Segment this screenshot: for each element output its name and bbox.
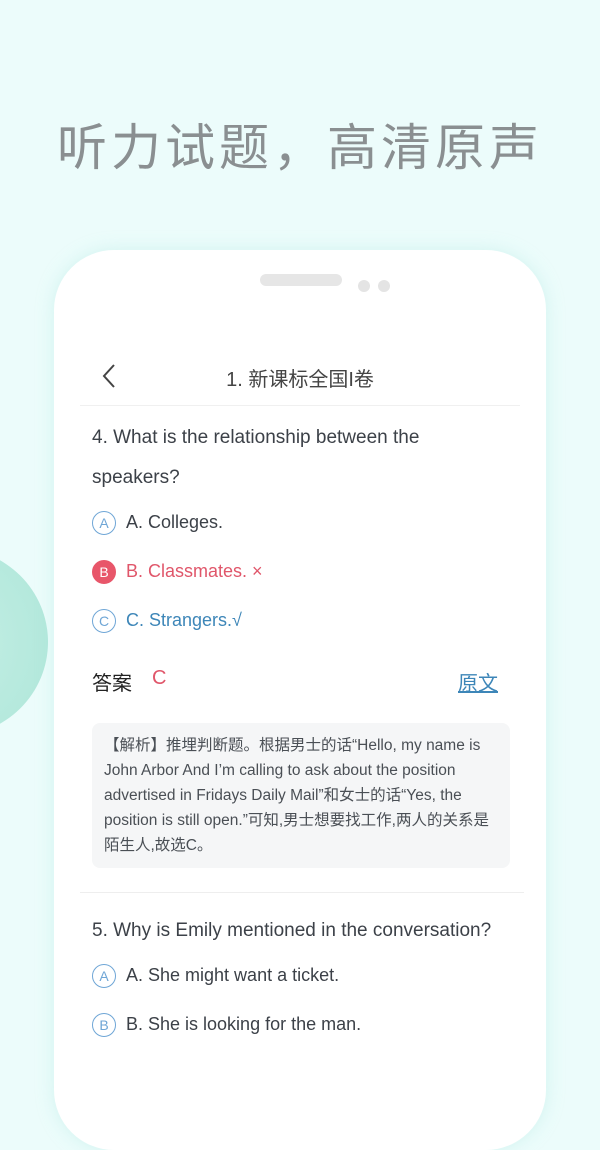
option-a[interactable]: A A. Colleges.	[92, 498, 512, 547]
option-a[interactable]: A A. She might want a ticket.	[92, 951, 512, 1000]
question-text: 4. What is the relationship between the …	[92, 427, 420, 488]
decorative-circle	[0, 548, 48, 736]
option-label: B. Classmates. ×	[126, 561, 263, 581]
option-label: A. Colleges.	[126, 512, 224, 532]
option-label: B. She is looking for the man.	[126, 1014, 362, 1034]
nav-bar: 1. 新课标全国I卷	[80, 355, 520, 406]
divider	[80, 892, 524, 893]
phone-mockup: 1. 新课标全国I卷 4. What is the relationship b…	[54, 250, 546, 1150]
option-badge: B	[92, 1012, 116, 1037]
question-list: 4. What is the relationship between the …	[80, 418, 524, 1049]
option-badge: C	[92, 608, 116, 633]
phone-speaker	[260, 274, 342, 286]
promo-headline: 听力试题，高清原声	[57, 119, 543, 177]
source-text-link[interactable]: 原文	[458, 667, 498, 696]
answer-value: C	[152, 667, 167, 689]
option-b[interactable]: B B. Classmates. ×	[92, 547, 512, 596]
option-badge-wrong: B	[92, 559, 116, 584]
option-b[interactable]: B B. She is looking for the man.	[92, 1000, 512, 1049]
option-badge: A	[92, 963, 116, 988]
question-item: 5. Why is Emily mentioned in the convers…	[92, 911, 512, 1049]
question-text: 5. Why is Emily mentioned in the convers…	[92, 920, 492, 941]
page-title: 1. 新课标全国I卷	[226, 369, 374, 391]
answer-label: 答案	[92, 673, 132, 695]
question-item: 4. What is the relationship between the …	[80, 418, 524, 893]
option-badge: A	[92, 510, 116, 535]
answer-row: 答案 C 原文	[92, 649, 512, 713]
option-label: A. She might want a ticket.	[126, 965, 340, 985]
phone-camera	[358, 280, 370, 292]
option-label: C. Strangers.√	[126, 610, 242, 630]
analysis-box: 【解析】推埋判断题。根据男士的话“Hello, my name is John …	[92, 723, 510, 868]
phone-sensor	[378, 280, 390, 292]
option-c[interactable]: C C. Strangers.√	[92, 596, 512, 645]
